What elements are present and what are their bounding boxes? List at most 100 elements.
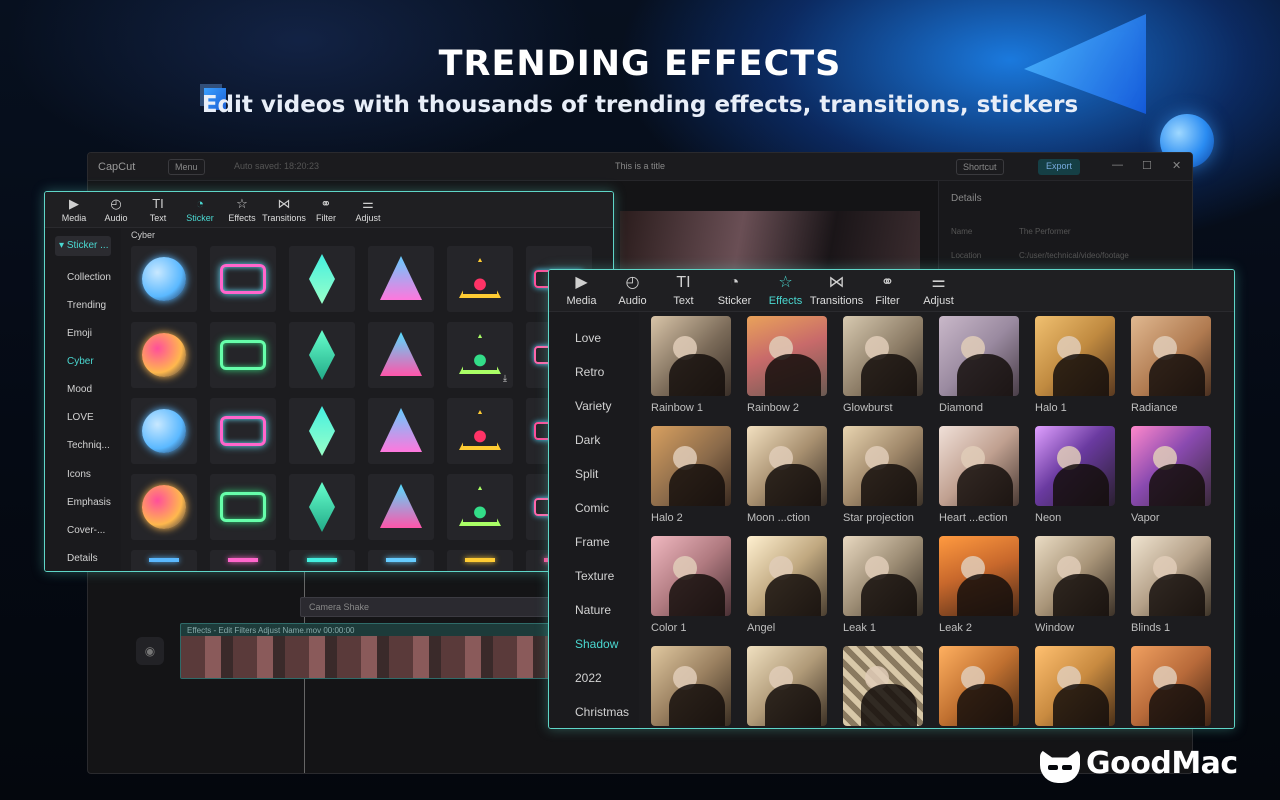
sticker-thumbnail[interactable] — [210, 246, 276, 312]
sticker-thumbnail[interactable] — [210, 322, 276, 388]
sticker-thumbnail[interactable]: ⤓ — [447, 322, 513, 388]
sticker-category-emphasis[interactable]: Emphasis — [45, 494, 121, 512]
effect-card[interactable]: Moon ...ction — [747, 426, 831, 524]
effect-card[interactable]: Halo 2 — [651, 426, 735, 524]
effect-card[interactable]: Leak 1 — [843, 536, 927, 634]
effect-card[interactable] — [651, 646, 735, 728]
sticker-category-cover[interactable]: Cover-... — [45, 522, 121, 540]
sticker-thumbnail[interactable] — [210, 398, 276, 464]
track-cover-icon[interactable]: ◉ — [136, 637, 164, 665]
effect-card[interactable]: Neon — [1035, 426, 1119, 524]
sticker-thumbnail[interactable] — [447, 550, 513, 571]
sticker-category-mood[interactable]: Mood — [45, 381, 121, 399]
shortcut-button[interactable]: Shortcut — [956, 159, 1004, 175]
sticker-artwork — [309, 406, 335, 456]
tab-effects[interactable]: ☆ Effects — [221, 192, 263, 228]
tab-effects[interactable]: ☆ Effects — [760, 270, 811, 312]
effect-card[interactable]: Diamond — [939, 316, 1023, 414]
effect-card[interactable] — [1035, 646, 1119, 728]
sticker-thumbnail[interactable] — [447, 474, 513, 540]
tab-audio[interactable]: ◴ Audio — [607, 270, 658, 312]
effects-category-split[interactable]: Split — [549, 464, 639, 484]
effects-category-frame[interactable]: Frame — [549, 532, 639, 552]
effect-thumbnail — [1131, 646, 1211, 726]
sticker-thumbnail[interactable] — [289, 322, 355, 388]
sticker-thumbnail[interactable] — [368, 246, 434, 312]
sticker-category-trending[interactable]: Trending — [45, 297, 121, 315]
effect-card[interactable]: Rainbow 1 — [651, 316, 735, 414]
effect-card[interactable]: Angel — [747, 536, 831, 634]
tab-filter[interactable]: ⚭ Filter — [305, 192, 347, 228]
effects-category-love[interactable]: Love — [549, 328, 639, 348]
tab-transitions[interactable]: ⋈ Transitions — [262, 192, 306, 228]
sticker-thumbnail[interactable] — [447, 246, 513, 312]
sticker-thumbnail[interactable] — [368, 398, 434, 464]
sticker-category-love[interactable]: LOVE — [45, 409, 121, 427]
effects-category-variety[interactable]: Variety — [549, 396, 639, 416]
effect-card[interactable] — [747, 646, 831, 728]
effects-category-nature[interactable]: Nature — [549, 600, 639, 620]
sticker-thumbnail[interactable] — [447, 398, 513, 464]
effects-category-dark[interactable]: Dark — [549, 430, 639, 450]
video-clip[interactable]: Effects - Edit Filters Adjust Name.mov 0… — [180, 623, 550, 679]
effect-card[interactable] — [843, 646, 927, 728]
effect-card[interactable] — [939, 646, 1023, 728]
sticker-thumbnail[interactable] — [289, 550, 355, 571]
tab-text[interactable]: TI Text — [137, 192, 179, 228]
sticker-category-collection[interactable]: Collection — [45, 269, 121, 287]
download-icon[interactable]: ⤓ — [503, 373, 507, 384]
effects-category-texture[interactable]: Texture — [549, 566, 639, 586]
sticker-category-details[interactable]: Details — [45, 550, 121, 568]
tab-adjust[interactable]: ⚌ Adjust — [347, 192, 389, 228]
effect-card[interactable]: Color 1 — [651, 536, 735, 634]
sticker-thumbnail[interactable] — [131, 550, 197, 571]
effects-category-2022[interactable]: 2022 — [549, 668, 639, 688]
text-icon: TI — [676, 274, 691, 291]
sticker-thumbnail[interactable] — [131, 322, 197, 388]
tab-audio[interactable]: ◴ Audio — [95, 192, 137, 228]
effect-card[interactable]: Star projection — [843, 426, 927, 524]
effect-card[interactable]: Rainbow 2 — [747, 316, 831, 414]
effect-card[interactable] — [1131, 646, 1215, 728]
sticker-category-icons[interactable]: Icons — [45, 466, 121, 484]
effect-card[interactable]: Halo 1 — [1035, 316, 1119, 414]
sticker-thumbnail[interactable] — [368, 322, 434, 388]
sticker-thumbnail[interactable] — [210, 550, 276, 571]
tab-sticker[interactable]: ◔ Sticker — [709, 270, 760, 312]
tab-media[interactable]: ▶ Media — [53, 192, 95, 228]
export-button[interactable]: Export — [1038, 159, 1081, 175]
effect-card[interactable]: Blinds 1 — [1131, 536, 1215, 634]
sticker-thumbnail[interactable] — [131, 246, 197, 312]
sticker-thumbnail[interactable] — [289, 246, 355, 312]
maximize-icon[interactable]: ☐ — [1142, 159, 1152, 172]
effects-category-retro[interactable]: Retro — [549, 362, 639, 382]
effects-category-comic[interactable]: Comic — [549, 498, 639, 518]
effect-card[interactable]: Glowburst — [843, 316, 927, 414]
effects-category-christmas[interactable]: Christmas — [549, 702, 639, 722]
sticker-category-emoji[interactable]: Emoji — [45, 325, 121, 343]
effect-card[interactable]: Vapor — [1131, 426, 1215, 524]
tab-text[interactable]: TI Text — [658, 270, 709, 312]
sticker-thumbnail[interactable] — [368, 550, 434, 571]
sticker-thumbnail[interactable] — [289, 474, 355, 540]
sticker-category-technique[interactable]: Techniq... — [45, 437, 121, 455]
effect-card[interactable]: Leak 2 — [939, 536, 1023, 634]
tab-adjust[interactable]: ⚌ Adjust — [913, 270, 964, 312]
effect-card[interactable]: Heart ...ection — [939, 426, 1023, 524]
sticker-thumbnail[interactable] — [289, 398, 355, 464]
sticker-thumbnail[interactable] — [368, 474, 434, 540]
effects-category-shadow[interactable]: Shadow — [549, 634, 639, 654]
sticker-thumbnail[interactable] — [131, 474, 197, 540]
sticker-category-header[interactable]: ▾ Sticker ... — [55, 236, 111, 256]
sticker-thumbnail[interactable] — [210, 474, 276, 540]
minimize-icon[interactable]: — — [1112, 159, 1123, 171]
sticker-thumbnail[interactable] — [131, 398, 197, 464]
close-icon[interactable]: ✕ — [1172, 159, 1181, 172]
effect-card[interactable]: Radiance — [1131, 316, 1215, 414]
effect-card[interactable]: Window — [1035, 536, 1119, 634]
tab-transitions[interactable]: ⋈ Transitions — [810, 270, 863, 312]
tab-filter[interactable]: ⚭ Filter — [862, 270, 913, 312]
tab-sticker[interactable]: ◔ Sticker — [179, 192, 221, 228]
tab-media[interactable]: ▶ Media — [556, 270, 607, 312]
sticker-category-cyber[interactable]: Cyber — [45, 353, 121, 371]
